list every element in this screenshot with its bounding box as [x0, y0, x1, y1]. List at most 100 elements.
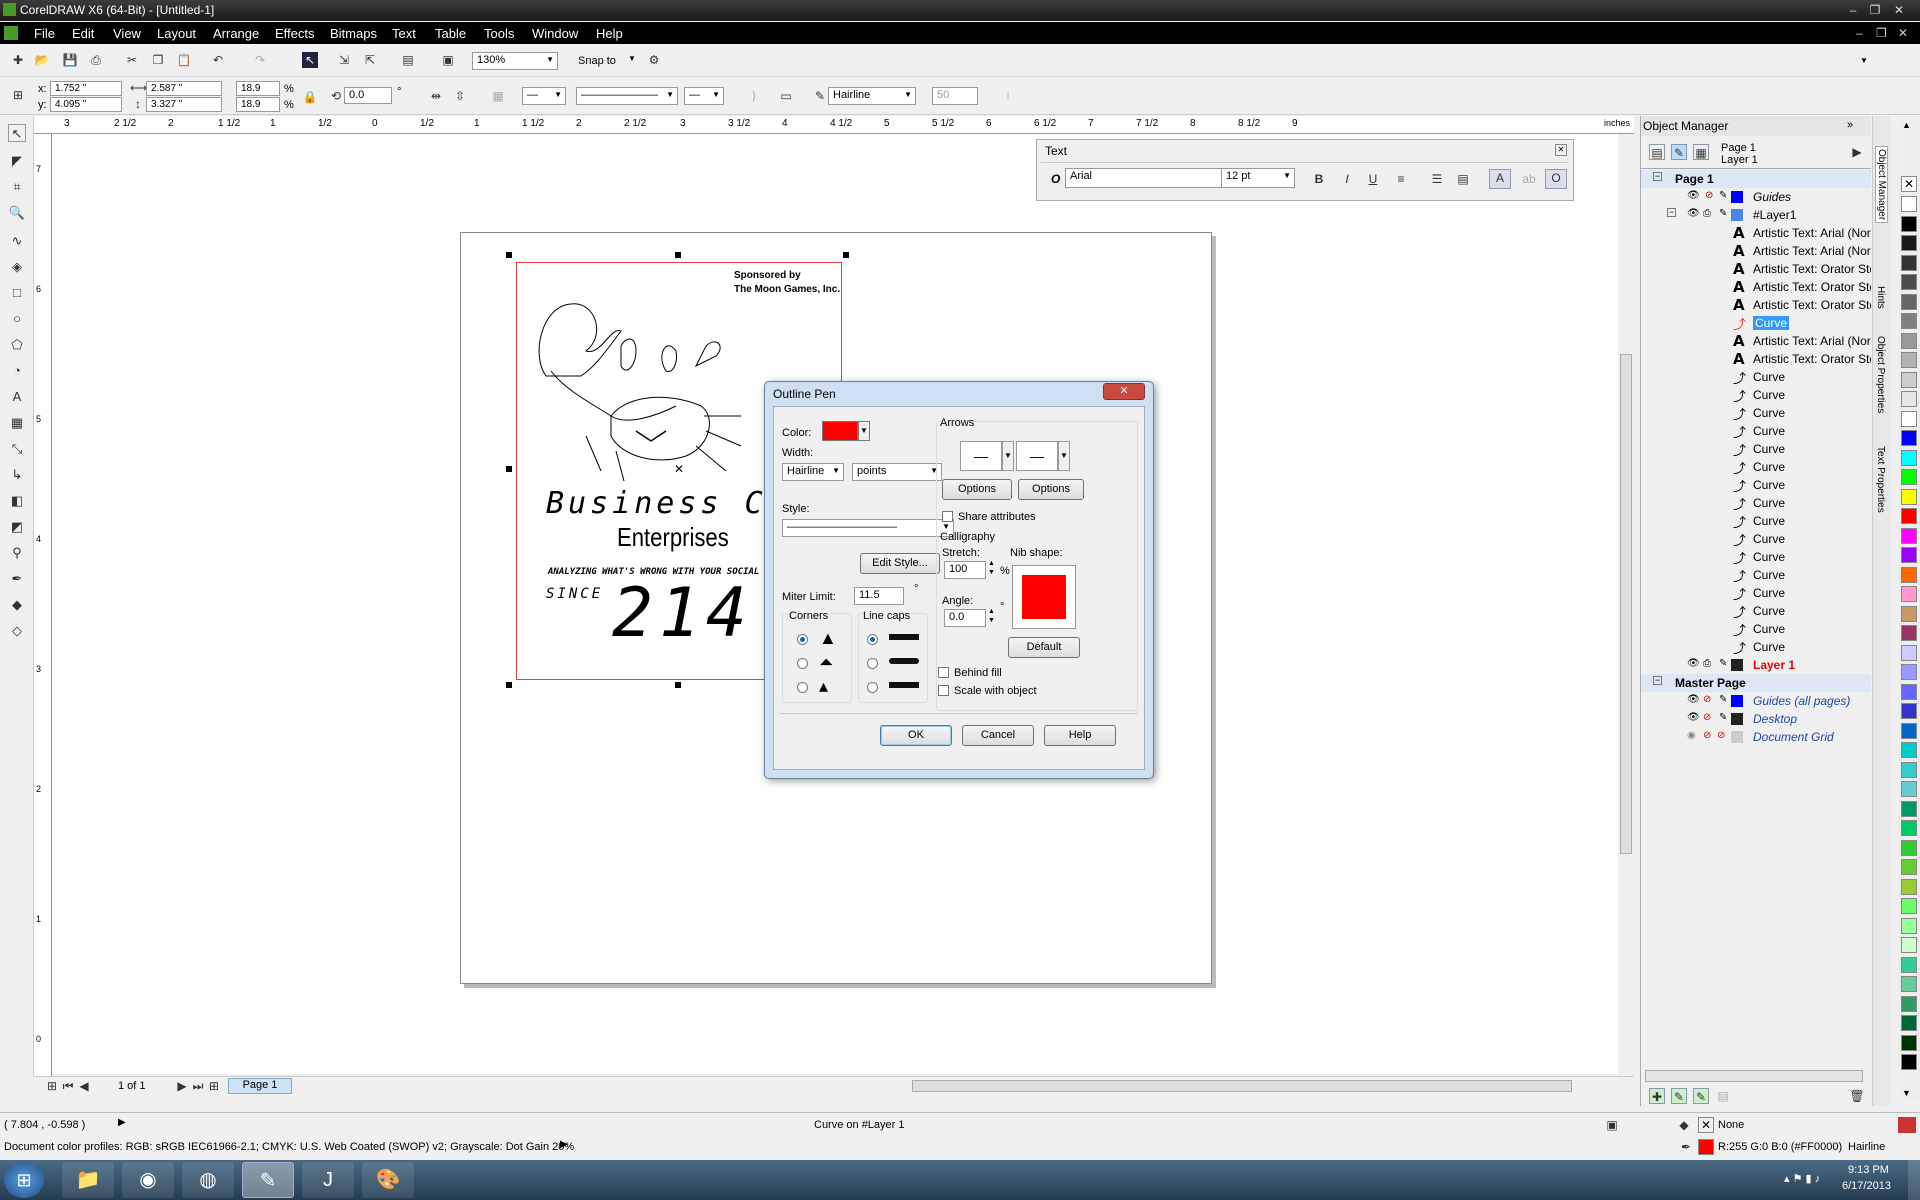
y-field[interactable]: 4.095 " [50, 97, 122, 112]
pick-tool-icon[interactable]: ↖ [8, 124, 26, 142]
add-page-icon[interactable]: ⊞ [44, 1078, 60, 1094]
end-arrow-select[interactable]: — [1016, 441, 1058, 471]
status-arrow-icon[interactable]: ▶ [118, 1117, 126, 1128]
palette-swatch[interactable] [1901, 1054, 1917, 1070]
undo-icon[interactable]: ↶ [210, 52, 226, 68]
mirror-h-icon[interactable]: ⇹ [428, 88, 444, 104]
welcome-icon[interactable]: ▣ [440, 52, 456, 68]
cap-round-radio[interactable] [867, 658, 878, 669]
start-arrow-select[interactable]: — [522, 87, 566, 105]
app-launcher-icon[interactable]: ▤ [400, 52, 416, 68]
tab-object-manager[interactable]: Object Manager [1875, 146, 1888, 224]
tray-icons[interactable]: ▴ ⚑ ▮ ♪ [1784, 1172, 1820, 1185]
palette-swatch[interactable] [1901, 898, 1917, 914]
panel-collapse-icon[interactable]: » [1847, 119, 1853, 131]
menu-bitmaps[interactable]: Bitmaps [330, 26, 377, 41]
palette-swatch[interactable] [1901, 352, 1917, 368]
tree-object-item[interactable]: ⤴ Curve [1641, 638, 1871, 656]
docker-close-icon[interactable]: ✕ [1555, 144, 1567, 156]
tree-layer-1[interactable]: 👁 ⎙ ✎ Layer 1 [1641, 656, 1871, 674]
table-tool-icon[interactable]: ▦ [8, 414, 26, 432]
bold-icon[interactable]: B [1311, 171, 1327, 187]
tab-hints[interactable]: Hints [1875, 286, 1886, 309]
palette-swatch[interactable] [1901, 800, 1917, 817]
palette-swatch[interactable] [1901, 722, 1917, 739]
text-tool-icon[interactable]: A [8, 388, 26, 406]
tree-layer[interactable]: − 👁 ⎙ ✎ #Layer1 [1641, 206, 1871, 224]
interactive-fill-icon[interactable]: ◇ [8, 622, 26, 640]
edit-fill-icon[interactable] [1898, 1117, 1916, 1133]
new-master-all-icon[interactable]: ✎ [1693, 1088, 1709, 1104]
palette-swatch[interactable] [1901, 274, 1917, 290]
basic-shapes-icon[interactable]: ◔ [8, 362, 26, 380]
palette-swatch[interactable] [1901, 235, 1917, 251]
share-attributes-checkbox[interactable] [942, 511, 953, 522]
palette-swatch[interactable] [1901, 547, 1917, 563]
palette-swatch[interactable] [1901, 839, 1917, 856]
redo-icon[interactable]: ↷ [252, 52, 268, 68]
save-icon[interactable]: 💾 [62, 52, 78, 68]
new-icon[interactable]: ✚ [10, 52, 26, 68]
tree-object-item[interactable]: A Artistic Text: Arial (Normal) ( [1641, 332, 1871, 350]
palette-swatch[interactable] [1901, 878, 1917, 895]
doc-restore-icon[interactable]: ❐ [1876, 26, 1887, 40]
options-icon[interactable]: ⚙ [646, 52, 662, 68]
zoom-tool-icon[interactable]: 🔍 [8, 204, 26, 222]
help-button[interactable]: Help [1044, 725, 1116, 746]
delete-icon[interactable]: 🗑 [1849, 1088, 1865, 1104]
object-manager-options-icon[interactable]: ▶ [1849, 144, 1865, 160]
tree-desktop[interactable]: 👁 ⊘ ✎ Desktop [1641, 710, 1871, 728]
tree-object-item[interactable]: ⤴ Curve [1641, 584, 1871, 602]
doc-minimize-icon[interactable]: – [1856, 26, 1863, 40]
open-icon[interactable]: 📂 [34, 52, 50, 68]
palette-swatch[interactable] [1901, 917, 1917, 934]
jc-app-icon[interactable]: J [302, 1162, 354, 1198]
arrow-options-end-button[interactable]: Options [1018, 479, 1084, 500]
cap-square-radio[interactable] [867, 682, 878, 693]
polygon-tool-icon[interactable]: ⬠ [8, 336, 26, 354]
menu-text[interactable]: Text [392, 26, 416, 41]
menu-window[interactable]: Window [532, 26, 578, 41]
visibility-icon[interactable]: 👁 [1687, 712, 1700, 723]
palette-swatch[interactable] [1901, 449, 1917, 466]
opentype-icon[interactable]: O [1545, 169, 1567, 189]
start-arrow-select[interactable]: — [960, 441, 1002, 471]
x-field[interactable]: 1.752 " [50, 81, 122, 96]
convert-icon[interactable]: ⁝ [1000, 88, 1016, 104]
palette-swatch[interactable] [1901, 508, 1917, 524]
width-select[interactable]: Hairline [782, 463, 844, 481]
edit-icon[interactable]: ✎ [1719, 190, 1727, 201]
tree-object-item[interactable]: ⤴ Curve [1641, 422, 1871, 440]
palette-swatch[interactable] [1901, 976, 1917, 992]
edit-across-layers-icon[interactable]: ✎ [1671, 144, 1687, 160]
abc-icon[interactable]: ab [1521, 171, 1537, 187]
palette-swatch[interactable] [1901, 1015, 1917, 1031]
default-button[interactable]: Default [1008, 637, 1080, 658]
mirror-v-icon[interactable]: ⇳ [452, 88, 468, 104]
palette-swatch[interactable] [1901, 391, 1917, 407]
selection-handle[interactable] [506, 466, 512, 472]
palette-swatch[interactable] [1901, 488, 1917, 505]
layer-manager-view-icon[interactable]: ▦ [1693, 144, 1709, 160]
menu-effects[interactable]: Effects [275, 26, 315, 41]
printer-icon[interactable]: ⎙ [1703, 658, 1711, 669]
menu-table[interactable]: Table [435, 26, 466, 41]
behind-fill-checkbox[interactable] [938, 667, 949, 678]
collapse-icon[interactable]: − [1653, 676, 1662, 685]
palette-swatch[interactable] [1901, 625, 1917, 641]
snap-chevron-icon[interactable]: ▼ [628, 54, 636, 63]
visibility-icon[interactable]: 👁 [1687, 658, 1700, 669]
import-icon[interactable]: ⇲ [336, 52, 352, 68]
stretch-field[interactable]: 100 [944, 561, 986, 579]
hidden-icon[interactable]: ◉ [1687, 730, 1696, 741]
tree-guides-all[interactable]: 👁 ⊘ ✎ Guides (all pages) [1641, 692, 1871, 710]
palette-swatch[interactable] [1901, 859, 1917, 875]
menu-view[interactable]: View [113, 26, 141, 41]
selection-handle[interactable] [675, 682, 681, 688]
text-wrap-icon[interactable]: ⟩ [746, 88, 762, 104]
corner-bevel-radio[interactable] [797, 682, 808, 693]
tab-text-properties[interactable]: Text Properties [1875, 446, 1886, 513]
align-icon[interactable]: ≡ [1393, 171, 1409, 187]
cap-butt-radio[interactable] [867, 634, 878, 645]
next-page-icon[interactable]: ▶ [174, 1078, 190, 1094]
